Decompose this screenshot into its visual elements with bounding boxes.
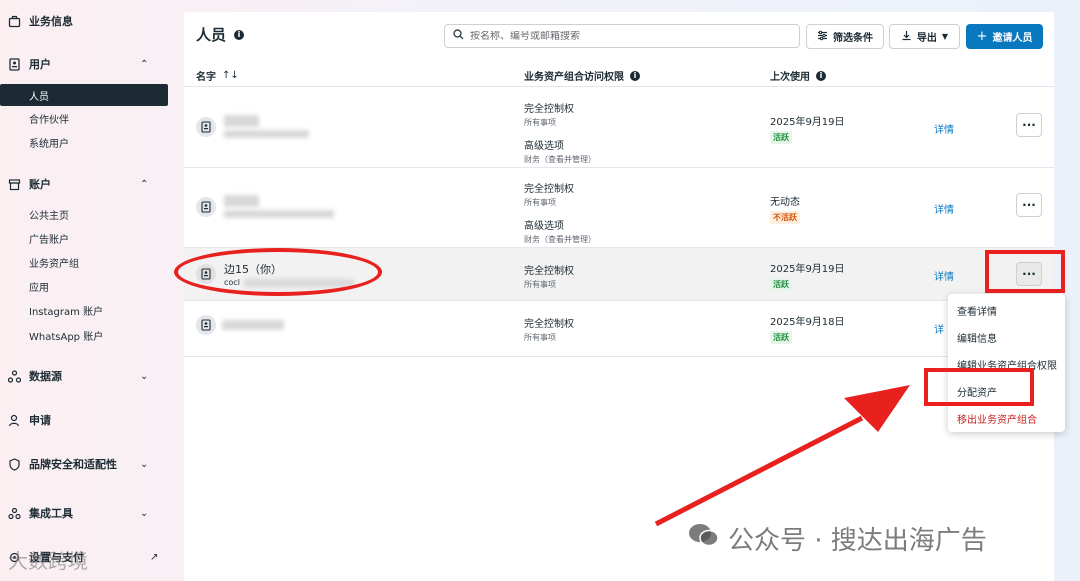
watermark-secondary: 大数跨境 bbox=[8, 549, 88, 573]
annotation-arrow bbox=[654, 385, 910, 527]
watermark: 公众号 · 搜达出海广告 bbox=[688, 520, 987, 557]
wechat-icon bbox=[688, 521, 720, 556]
